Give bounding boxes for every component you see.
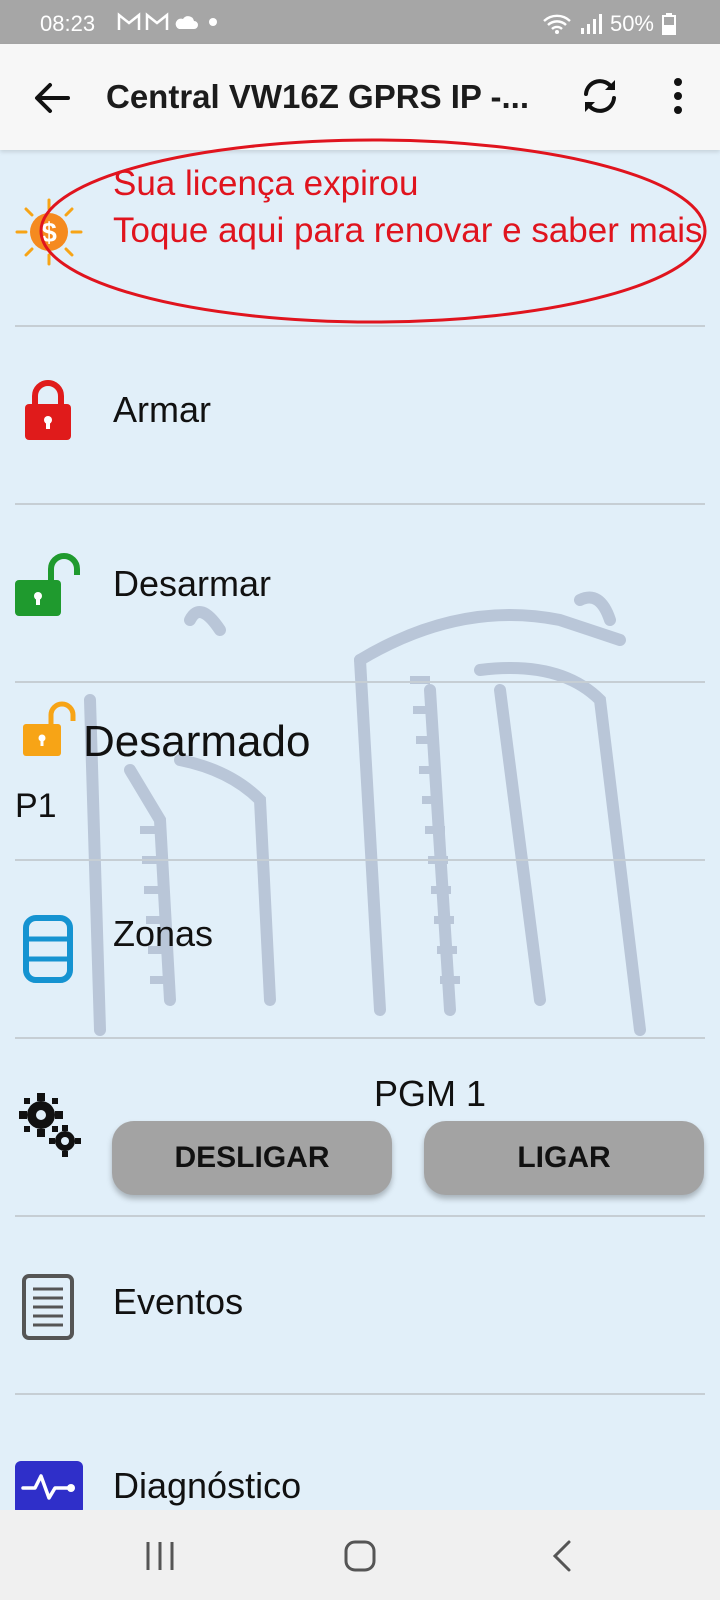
system-nav-bar — [0, 1510, 720, 1600]
battery-percent: 50% — [609, 11, 654, 36]
zones-cylinder-icon — [23, 915, 73, 983]
system-status: Desarmado P1 — [15, 683, 705, 861]
desarmar-label: Desarmar — [113, 563, 272, 604]
notification-icons — [117, 12, 223, 32]
red-lock-icon — [25, 380, 71, 440]
pgm-off-button[interactable]: DESLIGAR — [112, 1121, 392, 1195]
menu-item-zonas[interactable]: Zonas — [15, 861, 705, 1039]
battery-icon — [662, 13, 676, 35]
signal-icon — [580, 14, 602, 34]
recent-apps-icon[interactable] — [140, 1536, 180, 1576]
menu-item-eventos[interactable]: Eventos — [15, 1217, 705, 1395]
zonas-label: Zonas — [113, 913, 214, 954]
sync-icon[interactable] — [578, 74, 622, 118]
gmail-icon — [145, 12, 169, 30]
cloud-icon — [175, 16, 198, 29]
wifi-icon — [543, 14, 571, 34]
menu-item-armar[interactable]: Armar — [15, 327, 705, 505]
highlight-oval — [39, 138, 707, 324]
green-unlock-icon — [15, 553, 80, 616]
status-label: Desarmado — [83, 717, 311, 766]
menu-item-diagnostico[interactable]: Diagnóstico — [15, 1395, 705, 1515]
dot-icon — [209, 18, 217, 26]
page-title: Central VW16Z GPRS IP -... — [106, 78, 529, 115]
home-icon[interactable] — [340, 1536, 380, 1576]
orange-unlock-icon — [23, 701, 76, 756]
app-bar: Central VW16Z GPRS IP -... — [0, 44, 720, 150]
diagnostico-label: Diagnóstico — [113, 1465, 302, 1506]
status-time: 08:23 — [40, 11, 96, 36]
pgm-on-button[interactable]: LIGAR — [424, 1121, 704, 1195]
gmail-icon — [117, 12, 141, 30]
status-bar: 08:23 50% — [0, 0, 720, 44]
pgm-title: PGM 1 — [373, 1073, 487, 1114]
armar-label: Armar — [113, 389, 211, 430]
partition-label: P1 — [15, 787, 57, 825]
menu-item-desarmar[interactable]: Desarmar — [15, 505, 705, 683]
document-icon — [22, 1274, 74, 1340]
more-vert-icon[interactable] — [660, 74, 696, 118]
back-nav-icon[interactable] — [543, 1536, 583, 1576]
license-banner[interactable]: $ Sua licença expirou Toque aqui para re… — [15, 138, 707, 327]
pgm-control: PGM 1 DESLIGAR LIGAR — [15, 1039, 705, 1217]
back-arrow-icon[interactable] — [28, 74, 76, 122]
eventos-label: Eventos — [113, 1281, 244, 1322]
pulse-icon — [15, 1461, 83, 1515]
